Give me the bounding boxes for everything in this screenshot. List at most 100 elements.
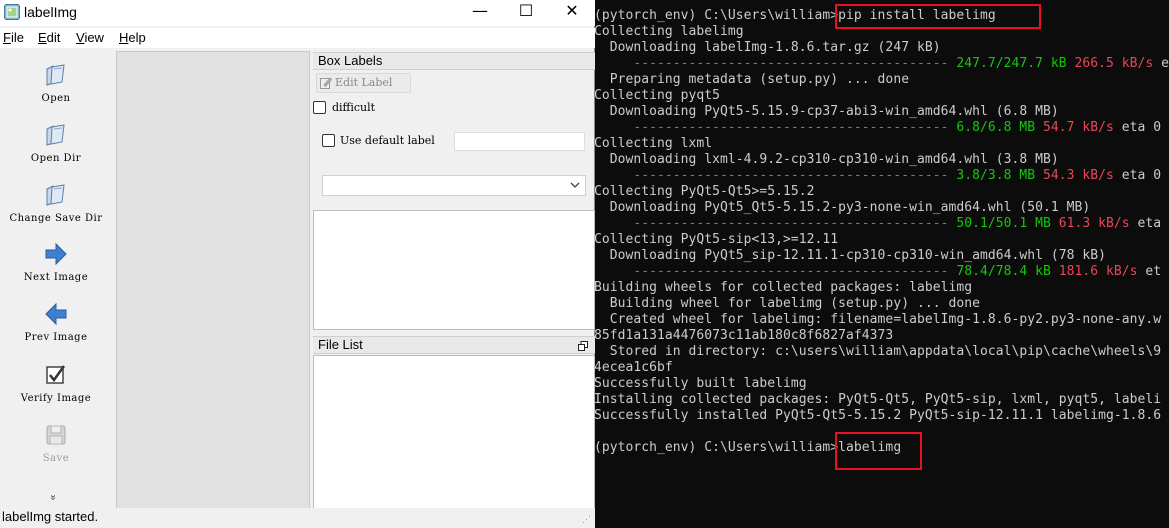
default-label-input[interactable]	[454, 132, 585, 151]
terminal-text-segment: Building wheel for labelimg (setup.py) .…	[595, 296, 980, 311]
title-bar[interactable]: labelImg — ☐ ✕	[0, 0, 595, 26]
menu-edit-mnemonic: E	[38, 30, 47, 45]
open-dir-label: Open Dir	[30, 153, 82, 164]
terminal-text-segment: 50.1/50.1 MB	[956, 216, 1059, 231]
menu-file-mnemonic: F	[3, 30, 11, 45]
save-label: Save	[42, 453, 70, 464]
file-list-dock-title: File List	[313, 336, 595, 354]
menu-file-label: ile	[10, 30, 24, 45]
terminal-text-segment: Created wheel for labelimg: filename=lab…	[595, 312, 1162, 327]
verify-image-button[interactable]: Verify Image	[0, 362, 112, 404]
terminal-text-segment: Downloading labelImg-1.8.6.tar.gz (247 k…	[595, 40, 941, 55]
terminal-line: Downloading PyQt5_sip-12.11.1-cp310-cp31…	[595, 248, 1106, 263]
verify-check-icon	[46, 365, 66, 384]
open-button[interactable]: Open	[0, 62, 112, 104]
box-labels-dock-title: Box Labels	[313, 52, 595, 70]
terminal-text-segment: Collecting lxml	[595, 136, 713, 151]
terminal-text-segment: eta 0	[1113, 120, 1162, 135]
terminal-text-segment: eta 0	[1113, 168, 1162, 183]
file-list-title: File List	[318, 337, 363, 352]
next-image-button[interactable]: Next Image	[0, 241, 112, 283]
terminal-line: Successfully installed PyQt5-Qt5-5.15.2 …	[595, 408, 1161, 423]
folder-open-icon	[46, 184, 65, 206]
terminal-line: 85fd1a131a4476073c11ab180c8f6827af4373	[595, 328, 893, 343]
next-image-label: Next Image	[23, 272, 89, 283]
edit-pencil-icon	[320, 77, 332, 89]
terminal-text-segment: 54.7 kB/s	[1042, 120, 1114, 135]
terminal-text-segment: 61.3 kB/s	[1058, 216, 1130, 231]
terminal-line: Stored in directory: c:\users\william\ap…	[595, 344, 1161, 359]
label-select-dropdown[interactable]	[322, 175, 586, 196]
difficult-label: difficult	[332, 101, 376, 114]
terminal-text-segment: Collecting PyQt5-Qt5>=5.15.2	[595, 184, 815, 199]
terminal-line: 4ecea1c6bf	[595, 360, 673, 375]
terminal-text-segment: 266.5 kB/s	[1074, 56, 1154, 71]
status-text: labelImg started.	[2, 509, 99, 524]
close-button[interactable]: ✕	[549, 0, 595, 24]
edit-label-text: Edit Label	[335, 76, 393, 89]
maximize-button[interactable]: ☐	[503, 0, 549, 24]
image-canvas[interactable]	[116, 51, 310, 511]
prev-image-label: Prev Image	[24, 332, 88, 343]
terminal-line: Downloading lxml-4.9.2-cp310-cp310-win_a…	[595, 152, 1059, 167]
menu-file[interactable]: File	[3, 30, 24, 45]
terminal-text-segment: Preparing metadata (setup.py) ... done	[595, 72, 910, 87]
chevron-down-icon	[570, 182, 580, 188]
terminal-text-segment: ----------------------------------------	[595, 216, 957, 231]
terminal-line: ----------------------------------------…	[595, 264, 1161, 279]
label-list[interactable]	[313, 210, 595, 330]
terminal-text-segment: 3.8/3.8 MB	[956, 168, 1043, 183]
terminal-text-segment: 6.8/6.8 MB	[956, 120, 1043, 135]
terminal-line: Building wheel for labelimg (setup.py) .…	[595, 296, 980, 311]
terminal-text-segment: Downloading PyQt5_Qt5-5.15.2-py3-none-wi…	[595, 200, 1091, 215]
terminal-line: Installing collected packages: PyQt5-Qt5…	[595, 392, 1161, 407]
difficult-checkbox[interactable]	[313, 101, 326, 114]
menu-edit-label: dit	[46, 30, 61, 45]
terminal-line: Collecting lxml	[595, 136, 712, 151]
terminal-text-segment: Downloading PyQt5-5.15.9-cp37-abi3-win_a…	[595, 104, 1059, 119]
dock-float-icon[interactable]	[578, 341, 588, 351]
open-dir-button[interactable]: Open Dir	[0, 122, 112, 164]
terminal-text-segment: ----------------------------------------	[595, 168, 957, 183]
edit-label-button[interactable]: Edit Label	[316, 73, 411, 93]
terminal-text-segment: eta 0	[1161, 56, 1169, 71]
terminal-line: Preparing metadata (setup.py) ... done	[595, 72, 909, 87]
terminal-text-segment: Installing collected packages: PyQt5-Qt5…	[595, 392, 1162, 407]
menu-help[interactable]: Help	[119, 30, 146, 45]
file-list[interactable]	[313, 355, 595, 510]
menu-view[interactable]: View	[76, 30, 104, 45]
terminal-line: Downloading labelImg-1.8.6.tar.gz (247 k…	[595, 40, 941, 55]
terminal-window[interactable]: (pytorch_env) C:\Users\william>pip insta…	[595, 0, 1169, 528]
status-bar: labelImg started. ⋰	[0, 508, 595, 528]
folder-open-icon	[46, 64, 65, 86]
toolbar-extension-chevron-icon[interactable]: »	[47, 495, 58, 501]
terminal-line: Downloading PyQt5_Qt5-5.15.2-py3-none-wi…	[595, 200, 1090, 215]
menu-edit[interactable]: Edit	[38, 30, 60, 45]
terminal-line: Created wheel for labelimg: filename=lab…	[595, 312, 1161, 327]
minimize-button[interactable]: —	[457, 0, 503, 24]
labelimg-app-icon	[4, 4, 20, 20]
terminal-text-segment: Downloading lxml-4.9.2-cp310-cp310-win_a…	[595, 152, 1059, 167]
terminal-text-segment: ----------------------------------------	[595, 56, 957, 71]
menu-help-label: elp	[128, 30, 146, 45]
terminal-text-segment: Collecting labelimg	[595, 24, 744, 39]
terminal-line: Collecting PyQt5-Qt5>=5.15.2	[595, 184, 815, 199]
terminal-line: Downloading PyQt5-5.15.9-cp37-abi3-win_a…	[595, 104, 1059, 119]
terminal-line: ----------------------------------------…	[595, 216, 1161, 231]
use-default-label-checkbox[interactable]	[322, 134, 335, 147]
prev-image-button[interactable]: Prev Image	[0, 301, 112, 343]
terminal-line: Collecting PyQt5-sip<13,>=12.11	[595, 232, 838, 247]
resize-grip-icon[interactable]: ⋰	[582, 514, 591, 525]
terminal-text-segment: Building wheels for collected packages: …	[595, 280, 973, 295]
menu-view-label: iew	[84, 30, 104, 45]
save-button[interactable]: Save	[0, 422, 112, 464]
terminal-text-segment: ----------------------------------------	[595, 120, 957, 135]
save-disk-icon	[46, 425, 66, 445]
terminal-text-segment: Stored in directory: c:\users\william\ap…	[595, 344, 1162, 359]
terminal-text-segment: 247.7/247.7 kB	[956, 56, 1075, 71]
terminal-text-segment: eta	[1129, 216, 1162, 231]
terminal-text-segment: Collecting PyQt5-sip<13,>=12.11	[595, 232, 839, 247]
terminal-text-segment: Successfully installed PyQt5-Qt5-5.15.2 …	[595, 408, 1162, 423]
change-save-dir-button[interactable]: Change Save Dir	[0, 182, 112, 224]
change-save-dir-label: Change Save Dir	[9, 213, 103, 224]
